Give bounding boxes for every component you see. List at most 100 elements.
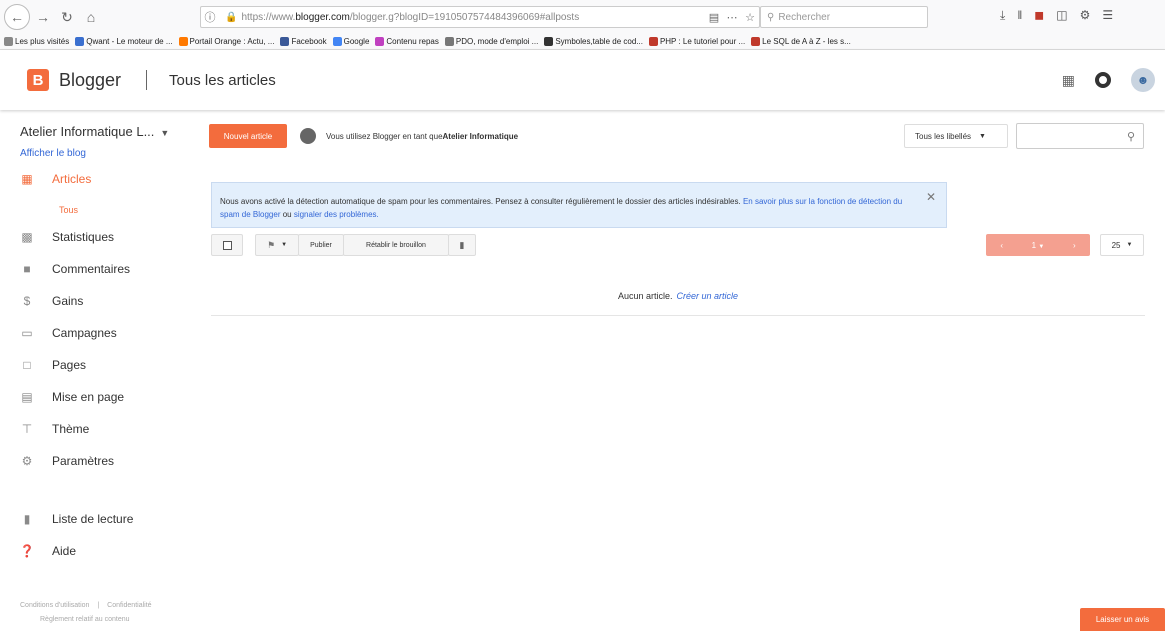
- bookmark-item[interactable]: Qwant - Le moteur de ...: [75, 37, 173, 46]
- bookmark-item[interactable]: PDO, mode d'emploi ...: [444, 37, 539, 46]
- bookmark-label: Facebook: [291, 37, 327, 46]
- bookmark-favicon-icon: [4, 37, 13, 46]
- search-icon: ⚲: [1126, 130, 1135, 143]
- blog-selector[interactable]: Atelier Informatique L... ▼: [20, 124, 169, 139]
- sidebar: Atelier Informatique L... ▼ Afficher le b…: [0, 110, 200, 631]
- using-as-info: Vous utilisez Blogger en tant que Atelie…: [300, 128, 518, 144]
- bookmark-star-icon[interactable]: ☆: [741, 11, 759, 24]
- per-page-dropdown[interactable]: 25 ▼: [1100, 234, 1144, 256]
- privacy-link[interactable]: Confidentialité: [107, 602, 151, 609]
- page-title: Tous les articles: [169, 71, 276, 89]
- download-icon[interactable]: ⤓: [1000, 8, 1005, 23]
- chevron-down-icon: ▼: [160, 128, 170, 138]
- bookmark-favicon-icon: [280, 37, 290, 46]
- library-icon[interactable]: ‖: [1017, 8, 1022, 23]
- sidebar-item-earnings[interactable]: $ Gains: [20, 294, 84, 308]
- forward-icon[interactable]: →: [32, 6, 54, 28]
- bookmark-favicon-icon: [332, 37, 342, 46]
- sidebar-item-articles[interactable]: ▦ Articles: [20, 172, 91, 186]
- layout-icon: ▤: [21, 390, 33, 404]
- addon-icon[interactable]: ⚙: [1080, 8, 1091, 23]
- checkbox-icon: [222, 240, 232, 250]
- delete-button[interactable]: ▮: [448, 234, 476, 256]
- sidebar-item-stats[interactable]: ▩ Statistiques: [20, 230, 114, 244]
- publish-button[interactable]: Publier: [298, 234, 344, 256]
- bookmark-label: Google: [343, 37, 370, 46]
- url-bar[interactable]: ⓘ 🔒 https://www.blogger.com/blogger.g?bl…: [200, 6, 760, 28]
- view-blog-link[interactable]: Afficher le blog: [20, 148, 86, 159]
- sidebar-item-campaigns[interactable]: ▭ Campagnes: [20, 326, 116, 340]
- bookmark-favicon-icon: [75, 37, 85, 46]
- bookmark-item[interactable]: Le SQL de A à Z - les s...: [751, 37, 851, 46]
- notifications-icon[interactable]: [1095, 72, 1111, 88]
- apps-grid-icon[interactable]: ▦: [1062, 72, 1075, 89]
- stats-icon: ▩: [21, 230, 33, 244]
- content-policy-link[interactable]: Règlement relatif au contenu: [40, 616, 130, 623]
- bookmark-item[interactable]: Symboles,table de cod...: [544, 37, 643, 46]
- chevron-down-icon: ▼: [979, 132, 986, 140]
- settings-icon: ⚙: [21, 454, 33, 468]
- help-icon: ❓: [19, 544, 35, 558]
- chevron-down-icon: ▼: [281, 242, 288, 248]
- terms-link[interactable]: Conditions d'utilisation: [20, 602, 89, 609]
- pages-icon: □: [23, 358, 31, 372]
- bookmark-item[interactable]: Google: [332, 37, 370, 46]
- blogger-logo-icon[interactable]: B: [27, 69, 49, 91]
- sidebar-icon[interactable]: ◫: [1056, 8, 1067, 23]
- footer-links: Conditions d'utilisation | Confidentiali…: [20, 602, 152, 609]
- url-text: https://www.blogger.com/blogger.g?blogID…: [241, 11, 580, 23]
- spam-notice: Nous avons activé la détection automatiq…: [211, 182, 947, 228]
- extension-icon[interactable]: ◼: [1034, 8, 1044, 23]
- next-page-icon[interactable]: ›: [1073, 241, 1076, 250]
- search-icon: ⚲: [767, 11, 775, 23]
- account-avatar[interactable]: ☻: [1131, 68, 1155, 92]
- sidebar-item-reading-list[interactable]: ▮ Liste de lecture: [20, 512, 134, 526]
- page-number[interactable]: 1 ▼: [1032, 241, 1045, 250]
- new-post-button[interactable]: Nouvel article: [209, 124, 287, 148]
- select-all-checkbox[interactable]: [211, 234, 243, 256]
- bookmark-item[interactable]: Portail Orange : Actu, ...: [178, 37, 274, 46]
- revert-to-draft-button[interactable]: Rétablir le brouillon: [343, 234, 449, 256]
- chevron-down-icon: ▼: [1126, 242, 1133, 248]
- reading-list-icon: ▮: [23, 512, 31, 526]
- bookmark-favicon-icon: [544, 37, 554, 46]
- theme-icon: ⊤: [21, 422, 33, 436]
- bookmark-item[interactable]: Facebook: [280, 37, 327, 46]
- report-issues-link[interactable]: signaler des problèmes.: [294, 210, 379, 219]
- sidebar-item-layout[interactable]: ▤ Mise en page: [20, 390, 124, 404]
- reload-icon[interactable]: ↻: [56, 6, 78, 28]
- empty-posts-message: Aucun article. Créer un article: [211, 276, 1145, 316]
- labels-filter-dropdown[interactable]: Tous les libellés ▼: [904, 124, 1008, 148]
- sidebar-item-comments[interactable]: ■ Commentaires: [20, 262, 130, 276]
- create-post-link[interactable]: Créer un article: [677, 291, 739, 301]
- page-actions-icon[interactable]: ⋯: [723, 11, 741, 24]
- browser-search-input[interactable]: ⚲ Rechercher: [760, 6, 928, 28]
- info-icon[interactable]: ⓘ: [201, 9, 219, 25]
- brand-name[interactable]: Blogger: [59, 70, 121, 91]
- label-icon: ⚑: [266, 239, 276, 250]
- close-icon[interactable]: ✕: [926, 191, 936, 204]
- bookmark-item[interactable]: PHP : Le tutoriel pour ...: [648, 37, 745, 46]
- campaigns-icon: ▭: [21, 326, 33, 340]
- reader-view-icon[interactable]: ▤: [705, 11, 723, 24]
- back-icon[interactable]: ←: [4, 4, 30, 30]
- label-menu-button[interactable]: ⚑ ▼: [255, 234, 299, 256]
- sidebar-item-theme[interactable]: ⊤ Thème: [20, 422, 90, 436]
- bookmark-item[interactable]: Les plus visités: [4, 37, 69, 46]
- browser-right-icons: ⤓ ‖ ◼ ◫ ⚙ ☰: [1000, 8, 1113, 23]
- prev-page-icon[interactable]: ‹: [1000, 241, 1003, 250]
- sidebar-item-pages[interactable]: □ Pages: [20, 358, 86, 372]
- header-divider: [146, 70, 148, 90]
- trash-icon: ▮: [459, 239, 465, 250]
- bookmark-label: Le SQL de A à Z - les s...: [762, 37, 851, 46]
- posts-search-input[interactable]: ⚲: [1016, 123, 1144, 149]
- bookmark-label: PDO, mode d'emploi ...: [455, 37, 539, 46]
- menu-icon[interactable]: ☰: [1102, 8, 1113, 23]
- sidebar-subitem-all[interactable]: Tous: [59, 205, 78, 215]
- sidebar-item-settings[interactable]: ⚙ Paramètres: [20, 454, 114, 468]
- bookmark-item[interactable]: Contenu repas: [375, 37, 439, 46]
- bookmarks-bar: Les plus visités Qwant - Le moteur de ...…: [0, 34, 1165, 50]
- feedback-button[interactable]: Laisser un avis: [1080, 608, 1165, 631]
- sidebar-item-help[interactable]: ❓ Aide: [19, 544, 77, 558]
- home-icon[interactable]: ⌂: [80, 6, 102, 28]
